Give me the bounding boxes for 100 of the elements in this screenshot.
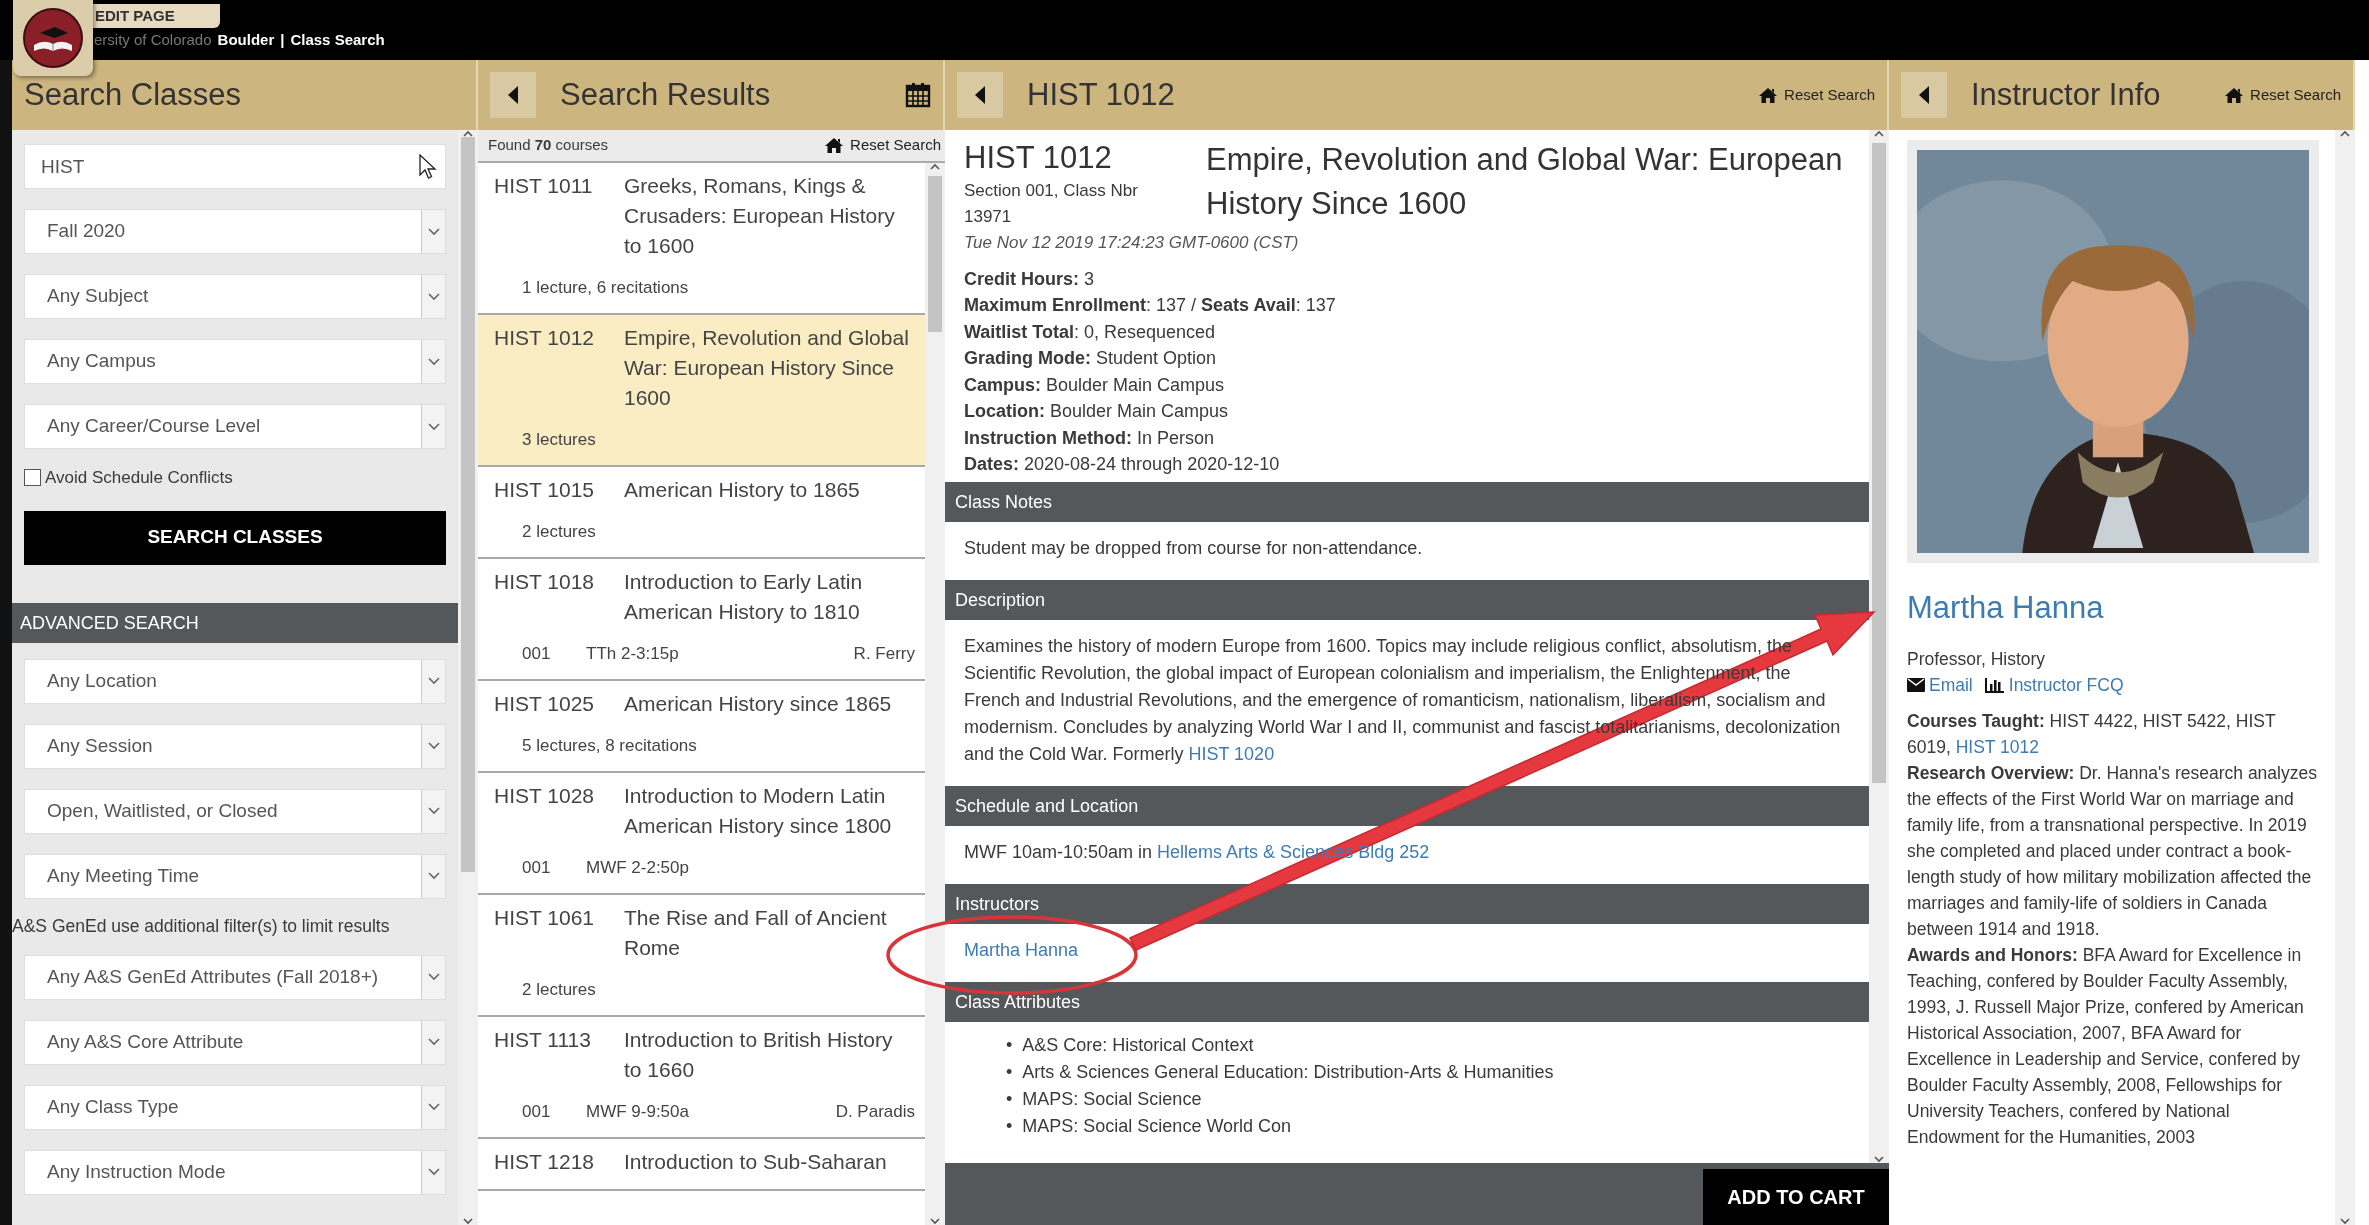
home-icon — [824, 136, 845, 154]
course-link[interactable]: HIST 1020 — [1188, 743, 1275, 764]
dropdown[interactable]: Any Meeting Time — [24, 853, 446, 899]
result-item[interactable]: HIST 1012 Empire, Revolution and Global War: European History Since 1600 3 lectures — [478, 314, 925, 467]
scrollbar-thumb[interactable] — [461, 137, 475, 872]
course-fact: Waitlist Total: 0, Resequenced — [963, 320, 1217, 344]
course-fact: Maximum Enrollment: 137 / Seats Avail: 137 — [963, 294, 1337, 317]
checkbox[interactable] — [24, 469, 41, 487]
attribute-item: MAPS: Social Science — [1022, 1087, 1202, 1111]
scrollbar[interactable] — [1869, 130, 1889, 1163]
back-button[interactable] — [1901, 72, 1947, 118]
section-header: Instructors — [945, 883, 1869, 924]
section-number: 001 — [522, 642, 552, 665]
cursor-icon — [419, 154, 437, 180]
course-fact: Location: Boulder Main Campus — [963, 400, 1230, 423]
section-summary: 2 lectures — [522, 978, 596, 1001]
course-fact: Instruction Method: In Person — [963, 426, 1216, 450]
bullet: • — [1006, 1060, 1013, 1084]
edit-page-tab[interactable]: EDIT PAGE — [92, 4, 220, 28]
reset-search-link[interactable]: Reset Search — [2224, 83, 2341, 107]
app-name[interactable]: Class Search — [290, 28, 385, 52]
section-number: 001 — [522, 1100, 552, 1123]
scroll-down-icon — [930, 1218, 940, 1225]
chevron-down-icon — [427, 227, 440, 236]
separator: | — [280, 30, 285, 50]
section-header: Class Notes — [945, 481, 1869, 522]
course-code: HIST 1011 — [494, 172, 594, 199]
course-title: Introduction to Modern Latin American History since 1800 — [624, 782, 893, 839]
panel-title: Search Classes — [24, 75, 242, 114]
dropdown[interactable]: Any A&S Core Attribute — [24, 1019, 446, 1065]
dropdown[interactable]: Fall 2020 — [24, 209, 446, 254]
course-code: HIST 1018 — [494, 568, 595, 595]
chevron-down-icon — [427, 292, 440, 301]
section-number: 001 — [522, 856, 552, 879]
site-name: Boulder — [217, 30, 275, 50]
envelope-icon — [1907, 677, 1925, 692]
dropdown[interactable]: Any Class Type — [24, 1084, 446, 1130]
meeting-time: MWF 9-9:50a — [586, 1100, 689, 1123]
course-fact: Campus: Boulder Main Campus — [963, 373, 1226, 397]
timestamp: Tue Nov 12 2019 17:24:23 GMT-0600 (CST) — [963, 232, 1300, 254]
chevron-down-icon — [427, 677, 440, 685]
caret-icon — [974, 85, 986, 105]
scrollbar-thumb[interactable] — [928, 175, 942, 332]
course-title: Introduction to British History to 1660 — [624, 1026, 894, 1083]
course-title: American History to 1865 — [624, 476, 860, 503]
reset-search-link[interactable]: Reset Search — [1758, 83, 1875, 107]
email-link[interactable]: Email — [1907, 671, 1973, 698]
courses-taught: Courses Taught: HIST 4422, HIST 5422, HIST 6019, HIST 1012 — [1907, 709, 2277, 759]
fcq-link[interactable]: Instructor FCQ — [1984, 671, 2124, 698]
chevron-down-icon — [427, 1038, 440, 1047]
chevron-down-icon — [427, 422, 440, 431]
bar-chart-icon — [1984, 676, 2005, 693]
panel-title: Instructor Info — [1971, 75, 2161, 114]
course-code: HIST 1218 — [494, 1148, 595, 1175]
add-to-cart-button[interactable]: ADD TO CART — [1703, 1169, 1889, 1225]
attribute-item: MAPS: Social Science World Con — [1022, 1114, 1292, 1138]
course-code: HIST 1028 — [494, 782, 595, 809]
back-button[interactable] — [957, 72, 1003, 118]
scrollbar[interactable] — [458, 130, 478, 1225]
site-name: ersity of Colorado — [94, 30, 212, 50]
reset-search-link[interactable]: Reset Search — [824, 134, 941, 157]
course-title: Introduction to Early Latin American History to 1810 — [624, 568, 864, 625]
section-info: Section 001, Class Nbr 13971 — [964, 180, 1139, 228]
back-button[interactable] — [490, 72, 536, 118]
instructor-name[interactable]: Martha Hanna — [1907, 585, 2104, 632]
bullet: • — [1006, 1114, 1013, 1138]
course-title: Empire, Revolution and Global War: European History Since 1600 — [624, 324, 910, 411]
search-field[interactable]: HIST — [24, 144, 446, 189]
dropdown[interactable]: Any Location — [24, 658, 446, 704]
dropdown[interactable]: Any Career/Course Level — [24, 404, 446, 449]
scrollbar[interactable] — [925, 162, 945, 1225]
section-summary: 2 lectures — [522, 520, 596, 543]
scroll-down-icon — [2340, 1218, 2350, 1225]
chevron-down-icon — [427, 1168, 440, 1177]
course-title: Introduction to Sub-Saharan — [624, 1148, 887, 1175]
bullet: • — [1006, 1033, 1013, 1057]
section-summary: 5 lectures, 8 recitations — [522, 734, 697, 757]
course-title: Greeks, Romans, Kings & Crusaders: European History to 1600 — [624, 172, 896, 259]
scrollbar-thumb[interactable] — [1872, 143, 1886, 783]
dropdown[interactable]: Any Session — [24, 723, 446, 769]
dropdown[interactable]: Any Subject — [24, 274, 446, 319]
search-classes-button[interactable]: SEARCH CLASSES — [24, 510, 446, 565]
chevron-down-icon — [427, 742, 440, 750]
attribute-item: A&S Core: Historical Context — [1022, 1033, 1254, 1057]
dropdown[interactable]: Any A&S GenEd Attributes (Fall 2018+) — [24, 954, 446, 1000]
section-text: Student may be dropped from course for non-attendance. — [964, 536, 1424, 560]
course-code: HIST 1012 — [964, 139, 1113, 177]
dropdown[interactable]: Open, Waitlisted, or Closed — [24, 788, 446, 834]
scrollbar[interactable] — [2335, 130, 2355, 1225]
bio-paragraph: Research Overview: Dr. Hanna's research analyzes the effects of the First World War on marriage and family life, from a transnational perspective. In 2019 she completed and placed under contract a book-length study of how military mobilization affected the marriages and family-life of soldiers in Canada between 1914 and 1918. — [1907, 761, 2318, 941]
dropdown[interactable]: Any Campus — [24, 339, 446, 384]
dropdown[interactable]: Any Instruction Mode — [24, 1149, 446, 1195]
calendar-icon — [905, 82, 931, 108]
instructor-link[interactable]: Martha Hanna — [964, 939, 1079, 960]
meeting-time: MWF 2-2:50p — [586, 856, 689, 879]
course-link[interactable]: HIST 1012 — [1955, 736, 2039, 757]
course-code: HIST 1061 — [494, 904, 595, 931]
home-icon — [1758, 86, 1779, 104]
course-code: HIST 1113 — [494, 1026, 592, 1053]
section-header: Class Attributes — [945, 981, 1869, 1022]
